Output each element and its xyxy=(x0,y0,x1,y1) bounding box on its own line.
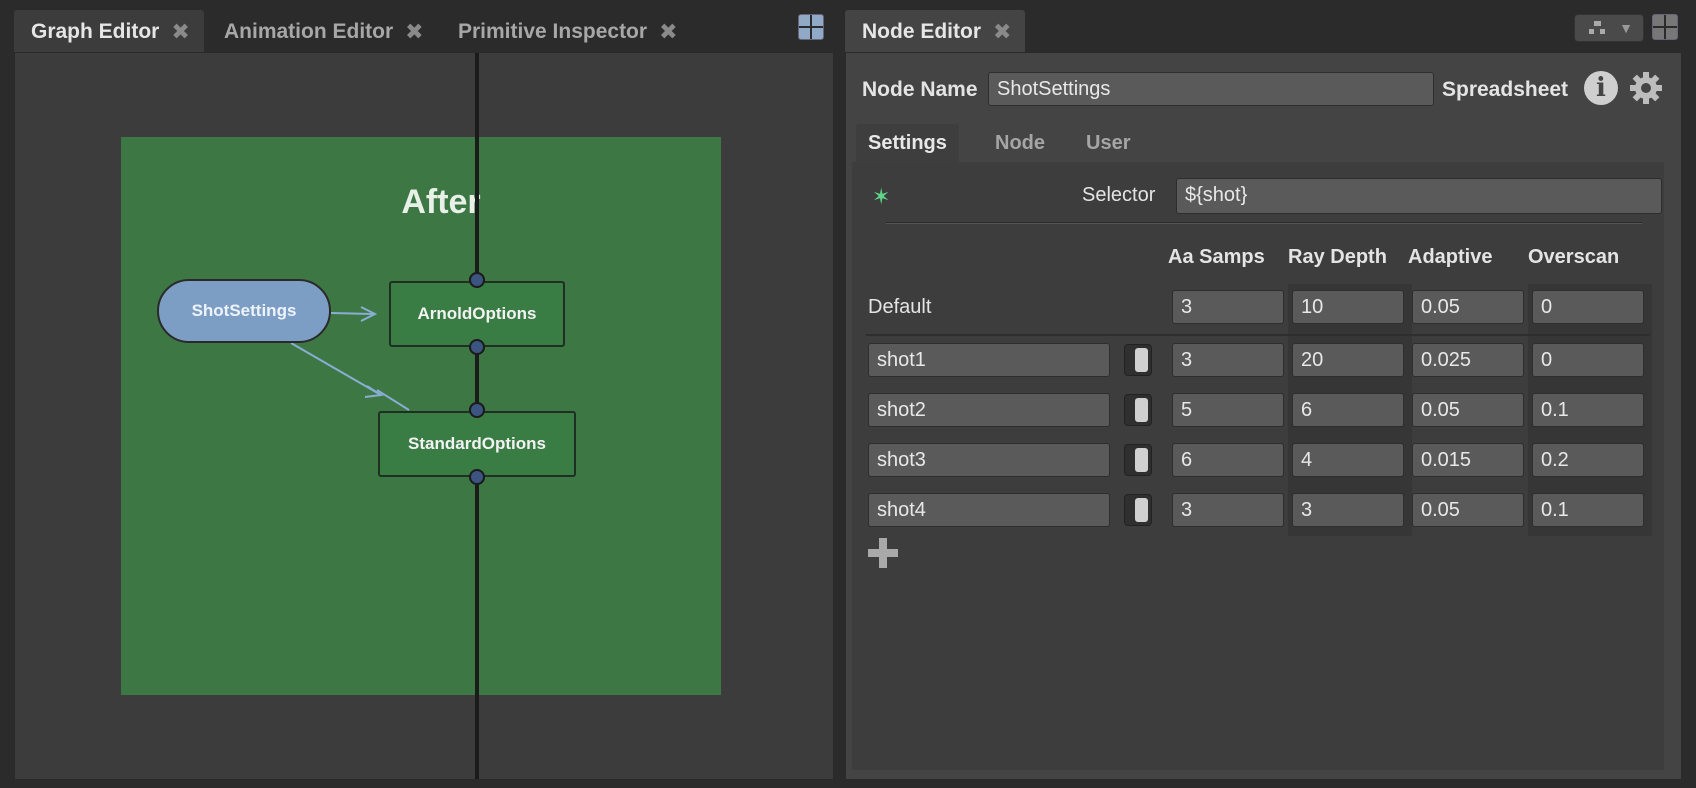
tab-label: Animation Editor xyxy=(224,20,394,43)
node-name-label: Node Name xyxy=(862,78,978,101)
tab-node[interactable]: Node xyxy=(983,124,1057,162)
adaptive-field[interactable]: 0.05 xyxy=(1412,393,1524,427)
default-adaptive-field[interactable]: 0.05 xyxy=(1412,290,1524,324)
tab-node-editor[interactable]: Node Editor ✖ xyxy=(845,10,1025,52)
divider xyxy=(886,222,1642,224)
overscan-field[interactable]: 0.1 xyxy=(1532,393,1644,427)
column-header-overscan[interactable]: Overscan xyxy=(1528,246,1619,269)
close-icon[interactable]: ✖ xyxy=(993,10,1011,54)
gear-icon[interactable] xyxy=(1628,70,1664,106)
aa-samps-field[interactable]: 5 xyxy=(1172,393,1284,427)
default-row-label: Default xyxy=(868,296,932,318)
overscan-field[interactable]: 0 xyxy=(1532,343,1644,377)
add-row-button[interactable] xyxy=(868,538,898,568)
row-name-field[interactable]: shot1 xyxy=(868,343,1110,377)
tab-user[interactable]: User xyxy=(1074,124,1142,162)
tab-primitive-inspector[interactable]: Primitive Inspector ✖ xyxy=(441,10,691,52)
chevron-down-icon: ▼ xyxy=(1619,20,1633,36)
default-ray-depth-field[interactable]: 10 xyxy=(1292,290,1404,324)
column-header-adaptive[interactable]: Adaptive xyxy=(1408,246,1492,269)
default-aa-samps-field[interactable]: 3 xyxy=(1172,290,1284,324)
close-icon[interactable]: ✖ xyxy=(405,10,423,54)
graph-editor-panel[interactable]: After ShotSettings ArnoldOptions Standar… xyxy=(14,52,834,780)
ray-depth-field[interactable]: 6 xyxy=(1292,393,1404,427)
info-icon[interactable]: i xyxy=(1584,71,1618,105)
default-overscan-field[interactable]: 0 xyxy=(1532,290,1644,324)
row-name-field[interactable]: shot2 xyxy=(868,393,1110,427)
adaptive-field[interactable]: 0.05 xyxy=(1412,493,1524,527)
ray-depth-field[interactable]: 4 xyxy=(1292,443,1404,477)
layout-grid-icon[interactable] xyxy=(798,14,824,40)
row-name-field[interactable]: shot3 xyxy=(868,443,1110,477)
wildcard-icon[interactable]: ✶ xyxy=(872,184,890,210)
adaptive-field[interactable]: 0.025 xyxy=(1412,343,1524,377)
aa-samps-field[interactable]: 3 xyxy=(1172,343,1284,377)
node-standard-options[interactable]: StandardOptions xyxy=(378,411,576,477)
column-header-ray-depth[interactable]: Ray Depth xyxy=(1288,246,1387,269)
row-enabled-toggle[interactable] xyxy=(1124,394,1152,426)
row-name-field[interactable]: shot4 xyxy=(868,493,1110,527)
column-header-aa-samps[interactable]: Aa Samps xyxy=(1168,246,1265,269)
node-shot-settings[interactable]: ShotSettings xyxy=(157,279,331,343)
tab-label: Graph Editor xyxy=(31,20,160,43)
tab-animation-editor[interactable]: Animation Editor ✖ xyxy=(207,10,439,52)
graph-canvas[interactable]: After ShotSettings ArnoldOptions Standar… xyxy=(15,53,833,779)
tab-label: Node Editor xyxy=(862,20,981,43)
node-type-label: Spreadsheet xyxy=(1442,78,1569,101)
divider xyxy=(866,334,1650,336)
close-icon[interactable]: ✖ xyxy=(171,10,189,54)
ray-depth-field[interactable]: 3 xyxy=(1292,493,1404,527)
layout-grid-icon[interactable] xyxy=(1652,14,1678,40)
row-enabled-toggle[interactable] xyxy=(1124,344,1152,376)
hierarchy-icon xyxy=(1589,21,1605,35)
node-name-input[interactable]: ShotSettings xyxy=(988,72,1434,106)
selector-input[interactable]: ${shot} xyxy=(1176,178,1662,214)
close-icon[interactable]: ✖ xyxy=(659,10,677,54)
adaptive-field[interactable]: 0.015 xyxy=(1412,443,1524,477)
tab-settings[interactable]: Settings xyxy=(856,124,959,162)
node-arnold-options[interactable]: ArnoldOptions xyxy=(389,281,565,347)
aa-samps-field[interactable]: 6 xyxy=(1172,443,1284,477)
overscan-field[interactable]: 0.2 xyxy=(1532,443,1644,477)
overscan-field[interactable]: 0.1 xyxy=(1532,493,1644,527)
connection-arrow xyxy=(330,312,374,315)
tab-graph-editor[interactable]: Graph Editor ✖ xyxy=(14,10,204,52)
selector-label: Selector xyxy=(1082,184,1156,206)
row-enabled-toggle[interactable] xyxy=(1124,444,1152,476)
row-enabled-toggle[interactable] xyxy=(1124,494,1152,526)
connection-arrow xyxy=(376,389,410,411)
tab-label: Primitive Inspector xyxy=(458,20,648,43)
node-tool-dropdown[interactable]: ▼ xyxy=(1574,14,1644,42)
ray-depth-field[interactable]: 20 xyxy=(1292,343,1404,377)
aa-samps-field[interactable]: 3 xyxy=(1172,493,1284,527)
